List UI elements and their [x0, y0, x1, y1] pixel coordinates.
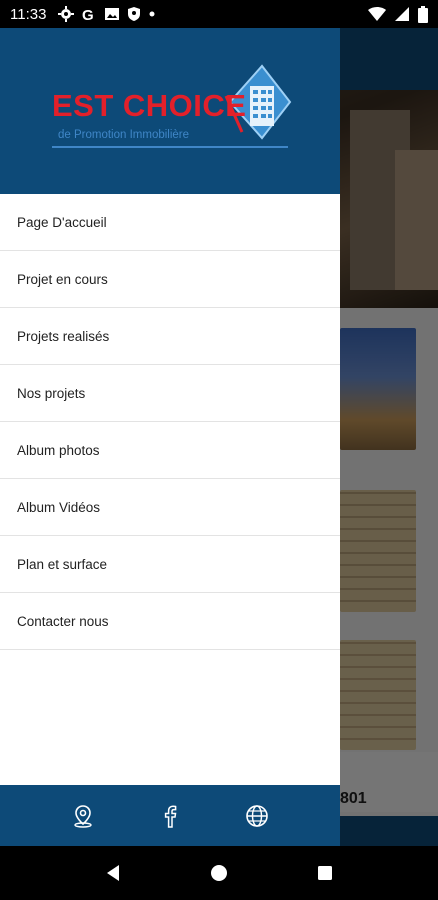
logo-subtitle: de Promotion Immobilière	[58, 129, 190, 141]
drawer-header: EST CHOICE de Promotion Immobilière	[0, 28, 340, 194]
menu-item-plan-surface[interactable]: Plan et surface	[0, 536, 340, 593]
menu-item-video-album[interactable]: Album Vidéos	[0, 479, 340, 536]
logo-underline	[52, 146, 288, 148]
menu-item-label: Projet en cours	[17, 271, 108, 287]
wifi-icon	[368, 6, 386, 22]
company-logo: EST CHOICE de Promotion Immobilière	[52, 62, 292, 154]
home-icon[interactable]	[204, 858, 234, 888]
dot-icon	[148, 10, 156, 18]
menu-item-label: Contacter nous	[17, 613, 109, 629]
globe-icon[interactable]	[242, 801, 272, 831]
settings-icon	[58, 6, 75, 22]
menu-item-label: Nos projets	[17, 385, 86, 401]
logo-title: EST CHOICE	[52, 88, 247, 123]
drawer-menu: Page D'accueil Projet en cours Projets r…	[0, 194, 340, 650]
status-time: 11:33	[10, 5, 47, 23]
menu-item-label: Projets realisés	[17, 328, 110, 344]
menu-item-label: Plan et surface	[17, 556, 108, 572]
shield-icon	[127, 6, 141, 22]
navigation-drawer: EST CHOICE de Promotion Immobilière Page…	[0, 28, 340, 846]
drawer-footer	[0, 785, 340, 846]
menu-item-contact[interactable]: Contacter nous	[0, 593, 340, 650]
battery-icon	[418, 5, 428, 23]
menu-item-label: Page D'accueil	[17, 214, 107, 230]
menu-item-current-projects[interactable]: Projet en cours	[0, 251, 340, 308]
system-navigation-bar	[0, 846, 438, 900]
image-icon	[104, 6, 120, 22]
location-pin-icon[interactable]	[68, 801, 98, 831]
recents-icon[interactable]	[310, 858, 340, 888]
menu-item-label: Album photos	[17, 442, 100, 458]
menu-item-label: Album Vidéos	[17, 499, 101, 515]
google-icon: G	[81, 6, 97, 22]
svg-text:G: G	[82, 7, 94, 22]
facebook-icon[interactable]	[155, 801, 185, 831]
signal-icon	[394, 6, 410, 22]
menu-item-photo-album[interactable]: Album photos	[0, 422, 340, 479]
menu-item-home[interactable]: Page D'accueil	[0, 194, 340, 251]
back-icon[interactable]	[98, 858, 128, 888]
status-bar: 11:33 G	[0, 0, 438, 28]
menu-item-our-projects[interactable]: Nos projets	[0, 365, 340, 422]
menu-item-completed-projects[interactable]: Projets realisés	[0, 308, 340, 365]
